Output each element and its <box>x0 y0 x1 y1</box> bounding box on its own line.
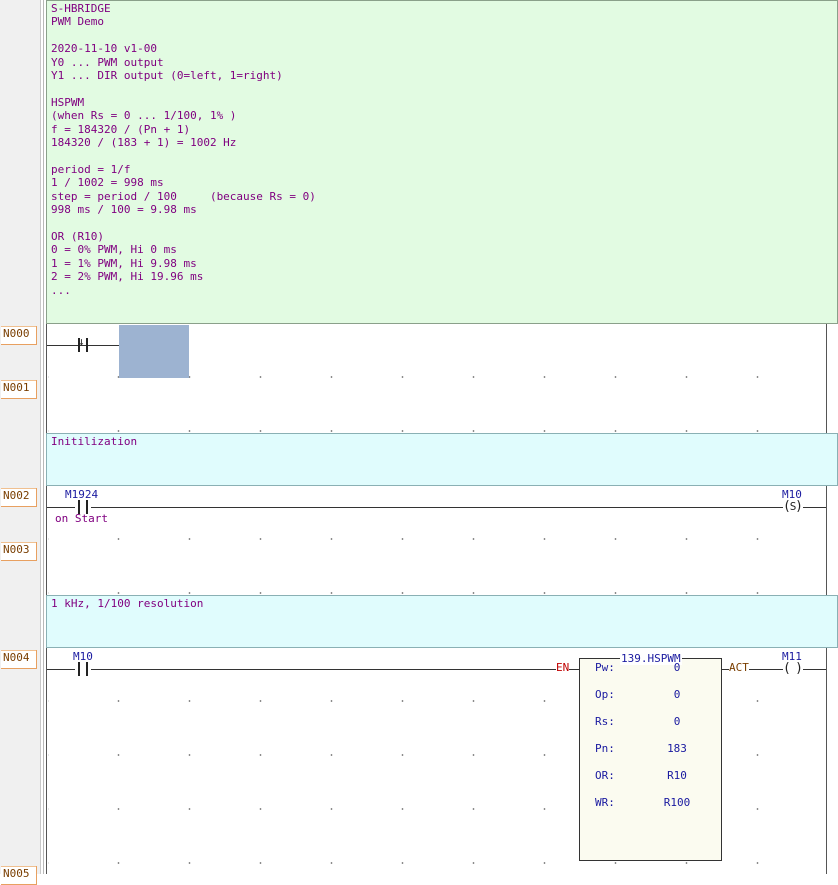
falling-edge-arrow-icon: ↓ <box>78 335 85 348</box>
hspwm-param-label: Pw: <box>595 661 615 674</box>
set-coil-m10[interactable]: ( S ) <box>783 500 803 514</box>
hspwm-param-value[interactable]: 0 <box>647 715 707 728</box>
network-label-n002[interactable]: N002 <box>1 488 37 507</box>
hspwm-param-value[interactable]: R100 <box>647 796 707 809</box>
edge-contact[interactable]: ↓ <box>75 335 91 352</box>
network-label-n001[interactable]: N001 <box>1 380 37 399</box>
header-comment-text: S-HBRIDGE PWM Demo 2020-11-10 v1-00 Y0 .… <box>51 2 316 297</box>
hspwm-param-value[interactable]: 0 <box>647 661 707 674</box>
hspwm-param-value[interactable]: R10 <box>647 769 707 782</box>
rung-wire <box>47 507 826 508</box>
hspwm-param-label: Rs: <box>595 715 615 728</box>
coil-m11[interactable]: ( ) <box>783 662 803 676</box>
coil-right-paren: ) <box>795 661 803 676</box>
coil-left-paren: ( <box>783 499 791 514</box>
network-label-n000[interactable]: N000 <box>1 326 37 345</box>
left-margin-line <box>43 0 44 874</box>
network-label-n004[interactable]: N004 <box>1 650 37 669</box>
comment-init[interactable]: Initilization <box>46 433 838 486</box>
header-comment[interactable]: S-HBRIDGE PWM Demo 2020-11-10 v1-00 Y0 .… <box>46 0 838 324</box>
selected-cell[interactable] <box>119 325 189 378</box>
hspwm-param-label: Op: <box>595 688 615 701</box>
comment-pwm[interactable]: 1 kHz, 1/100 resolution <box>46 595 838 648</box>
comment-init-text: Initilization <box>51 435 138 448</box>
hspwm-param-label: OR: <box>595 769 615 782</box>
coil-right-paren: ) <box>795 499 803 514</box>
comment-pwm-text: 1 kHz, 1/100 resolution <box>51 597 204 610</box>
hspwm-param-value[interactable]: 183 <box>647 742 707 755</box>
act-label: ACT <box>729 661 749 674</box>
network-label-n005[interactable]: N005 <box>1 866 37 885</box>
rung-wire-input <box>47 669 579 670</box>
contact-m10[interactable] <box>75 662 91 676</box>
hspwm-param-label: Pn: <box>595 742 615 755</box>
en-label: EN <box>556 661 570 674</box>
contact-m1924-note: on Start <box>55 512 108 525</box>
hspwm-param-label: WR: <box>595 796 615 809</box>
coil-left-paren: ( <box>783 661 791 676</box>
network-label-n003[interactable]: N003 <box>1 542 37 561</box>
network-gutter <box>0 0 41 874</box>
hspwm-param-value[interactable]: 0 <box>647 688 707 701</box>
